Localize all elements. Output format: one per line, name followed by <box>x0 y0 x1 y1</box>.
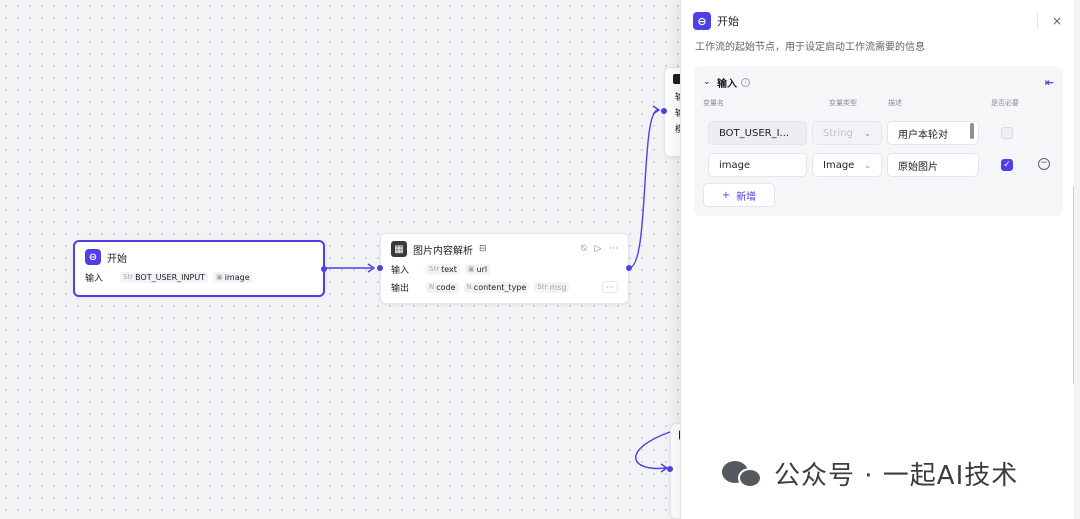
edge-image-to-top <box>628 109 659 269</box>
outputs-more-button[interactable]: ··· <box>602 281 618 293</box>
image-output-tag: Str msg <box>534 281 570 293</box>
bell-off-icon[interactable]: ⍉ <box>581 244 586 254</box>
start-node-title: 开始 <box>107 253 127 265</box>
start-input-tag: Str BOT_USER_INPUT <box>120 271 209 283</box>
input-section: ⌄ 输入 i ⇤ 变量名 变量类型 描述 是否必要 BOT_USER_I... … <box>694 66 1063 216</box>
canvas-edge-strip <box>1074 0 1080 519</box>
image-output-tag: N code <box>426 281 459 293</box>
close-button[interactable]: × <box>1052 14 1062 28</box>
plus-icon: + <box>721 189 731 201</box>
start-node-output-port[interactable] <box>321 266 327 272</box>
more-icon[interactable]: ··· <box>609 244 618 254</box>
start-node-input-label: 输入 <box>85 273 104 284</box>
variable-type-select: String ⌄ <box>812 121 882 145</box>
col-required: 是否必要 <box>991 99 1019 107</box>
chevron-down-icon: ⌄ <box>864 128 871 138</box>
node-config-panel: ⊖ 开始 × 工作流的起始节点，用于设定启动工作流需要的信息 ⌄ 输入 i ⇤ … <box>680 0 1078 519</box>
variable-desc-field[interactable]: 原始图片 <box>887 153 979 177</box>
loop-node-input-port[interactable] <box>667 466 673 472</box>
divider <box>1036 13 1038 29</box>
image-node-input-label: 输入 <box>391 265 410 276</box>
start-node-icon: ⊖ <box>85 249 101 265</box>
info-icon[interactable]: i <box>741 77 750 87</box>
start-node[interactable]: ⊖ 开始 输入 Str BOT_USER_INPUT ▣ image <box>73 240 327 297</box>
watermark-text: 公众号 · 一起AI技术 <box>774 461 1019 491</box>
col-desc: 描述 <box>888 99 902 107</box>
start-node-icon: ⊖ <box>693 12 711 30</box>
variable-name-field[interactable]: image <box>708 153 807 177</box>
add-variable-button[interactable]: + 新增 <box>703 183 775 207</box>
variable-row: image Image ⌄ 原始图片 ✓ − <box>708 153 1063 177</box>
watermark: 公众号 · 一起AI技术 <box>722 455 1018 492</box>
start-input-tag: ▣ image <box>213 271 253 283</box>
variable-type-select[interactable]: Image ⌄ <box>812 153 882 177</box>
edge-loop-bottom <box>635 431 671 470</box>
textarea-scroll-thumb[interactable] <box>970 123 974 139</box>
col-type: 变量类型 <box>829 99 857 107</box>
chevron-down-icon: ⌄ <box>864 160 871 170</box>
required-checkbox[interactable]: ✓ <box>1001 159 1013 171</box>
col-name: 变量名 <box>703 99 724 107</box>
run-icon[interactable]: ▷ <box>594 244 601 254</box>
remove-row-icon[interactable]: − <box>1038 158 1050 170</box>
image-type-icon: ▣ <box>467 265 475 273</box>
variable-row: BOT_USER_I... String ⌄ 用户本轮对 <box>708 121 1063 145</box>
image-node-input-port[interactable] <box>377 265 383 271</box>
downstream-node-input-port[interactable] <box>661 108 667 114</box>
panel-title: 开始 <box>717 15 739 28</box>
panel-description: 工作流的起始节点，用于设定启动工作流需要的信息 <box>695 42 925 53</box>
chevron-down-icon[interactable]: ⌄ <box>703 77 715 87</box>
image-node-title: 图片内容解析 <box>413 245 473 257</box>
image-node-thumbnail-icon: ▦ <box>391 241 407 257</box>
import-icon[interactable]: ⇤ <box>1045 76 1054 89</box>
doc-icon[interactable]: ⊟ <box>479 244 487 254</box>
image-input-tag: ▣ url <box>464 263 491 275</box>
section-title: 输入 <box>717 78 737 90</box>
image-input-tag: Str text <box>426 263 460 275</box>
image-type-icon: ▣ <box>216 273 223 281</box>
wechat-icon <box>722 458 764 490</box>
image-node-output-label: 输出 <box>391 283 410 294</box>
variable-name-field[interactable]: BOT_USER_I... <box>708 121 807 145</box>
variable-desc-field[interactable]: 用户本轮对 <box>887 121 979 145</box>
image-node-output-port[interactable] <box>626 265 632 271</box>
required-checkbox <box>1001 127 1013 139</box>
image-parse-node[interactable]: ▦ 图片内容解析 ⊟ ⍉ ▷ ··· 输入 Str text ▣ url 输出 … <box>377 233 632 304</box>
image-output-tag: N content_type <box>463 281 530 293</box>
column-headers: 变量名 变量类型 描述 是否必要 <box>694 98 1063 112</box>
